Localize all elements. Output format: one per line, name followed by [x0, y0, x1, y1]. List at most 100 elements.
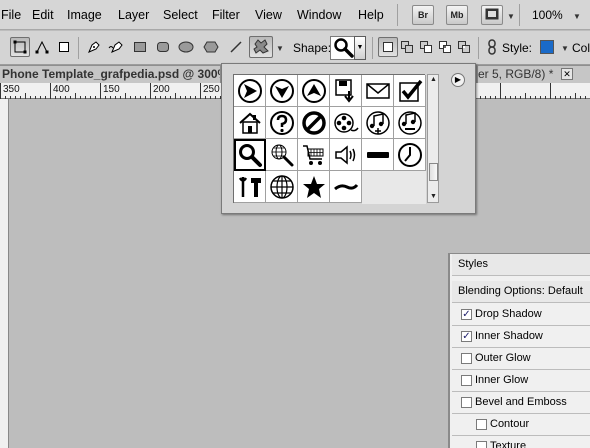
pen-icon	[88, 41, 100, 53]
intersect-shape-areas-button[interactable]	[435, 37, 455, 57]
chevron-down-icon[interactable]: ▼	[276, 44, 284, 53]
shape-cell[interactable]	[394, 139, 426, 171]
scroll-down-icon[interactable]: ▼	[429, 192, 438, 202]
menu-layer[interactable]: Layer	[118, 8, 149, 22]
freeform-pen-tool-button[interactable]	[106, 37, 126, 57]
exclude-overlapping-shape-areas-button[interactable]	[454, 37, 474, 57]
menu-edit[interactable]: Edit	[32, 8, 54, 22]
close-icon[interactable]: ✕	[561, 68, 573, 80]
menu-image[interactable]: Image	[67, 8, 102, 22]
rectangle-icon	[134, 42, 146, 52]
scroll-up-icon[interactable]: ▲	[429, 75, 438, 85]
scrollbar-thumb[interactable]	[429, 163, 438, 181]
style-color-swatch[interactable]	[540, 40, 554, 54]
custom-shape-tool-button[interactable]	[249, 36, 273, 58]
toolbar-separator	[478, 37, 479, 59]
shape-cell[interactable]	[266, 75, 298, 107]
effect-row[interactable]: ✓ Inner Shadow	[452, 326, 590, 348]
vertical-ruler[interactable]	[0, 99, 9, 448]
color-label: Col	[572, 41, 590, 55]
mini-bridge-button[interactable]: Mb	[446, 5, 468, 25]
shape-cell[interactable]	[266, 171, 298, 203]
new-shape-layer-button[interactable]	[378, 37, 398, 57]
shape-cell[interactable]	[362, 107, 394, 139]
shape-layers-mode-button[interactable]	[10, 37, 30, 57]
link-layer-style-button[interactable]	[482, 37, 502, 57]
shape-cell[interactable]	[394, 75, 426, 107]
shape-cell[interactable]	[362, 75, 394, 107]
blending-options-item[interactable]: Blending Options: Default	[452, 281, 590, 303]
effect-row[interactable]: Outer Glow	[452, 348, 590, 370]
shape-cell[interactable]	[362, 139, 394, 171]
line-tool-button[interactable]	[226, 37, 246, 57]
menu-view[interactable]: View	[255, 8, 282, 22]
shape-cell[interactable]	[266, 139, 298, 171]
shape-cell[interactable]	[234, 75, 266, 107]
shape-cell[interactable]	[330, 171, 362, 203]
shape-picker-scrollbar[interactable]: ▲ ▼	[427, 74, 439, 203]
toolbar-separator	[372, 37, 373, 59]
shape-cell[interactable]	[298, 75, 330, 107]
menu-help[interactable]: Help	[358, 8, 384, 22]
shape-picker-dropdown-button[interactable]: ▼	[354, 36, 366, 60]
paths-mode-button[interactable]	[32, 37, 52, 57]
effect-row[interactable]: ✓ Drop Shadow	[452, 304, 590, 326]
film-strip-icon	[485, 8, 499, 20]
arrow-right-circle-icon	[237, 78, 262, 103]
effect-checkbox[interactable]: ✓	[461, 309, 472, 320]
ruler-label: 400	[53, 84, 70, 95]
shape-cell[interactable]	[394, 107, 426, 139]
menu-window[interactable]: Window	[297, 8, 341, 22]
fill-pixels-mode-button[interactable]	[54, 37, 74, 57]
zoom-level[interactable]: 100%	[532, 8, 563, 22]
effect-checkbox[interactable]	[476, 441, 487, 448]
rounded-rectangle-tool-button[interactable]	[153, 37, 173, 57]
effect-checkbox[interactable]	[476, 419, 487, 430]
shape-cell[interactable]	[330, 107, 362, 139]
menu-file[interactable]: File	[1, 8, 21, 22]
shape-cell[interactable]	[330, 75, 362, 107]
effect-row[interactable]: Bevel and Emboss	[452, 392, 590, 414]
effect-row[interactable]: Contour	[452, 414, 590, 436]
effect-checkbox[interactable]	[461, 397, 472, 408]
polygon-tool-button[interactable]	[201, 37, 221, 57]
menu-select[interactable]: Select	[163, 8, 198, 22]
view-extras-button[interactable]	[481, 5, 503, 25]
bridge-button[interactable]: Br	[412, 5, 434, 25]
shape-cell[interactable]	[234, 171, 266, 203]
shape-cell[interactable]	[266, 107, 298, 139]
tools-icon	[238, 176, 261, 197]
chevron-down-icon[interactable]: ▼	[507, 12, 515, 21]
rectangle-tool-button[interactable]	[130, 37, 150, 57]
picker-menu-button[interactable]: ▶	[451, 73, 465, 87]
paths-icon	[35, 40, 49, 54]
subtract-shape-area-button[interactable]	[416, 37, 436, 57]
question-circle-icon	[269, 110, 294, 135]
effect-checkbox[interactable]	[461, 375, 472, 386]
shape-cell[interactable]	[234, 139, 266, 171]
disk-arrow-icon	[334, 78, 354, 103]
shape-cell[interactable]	[234, 107, 266, 139]
music-add-icon	[365, 110, 390, 135]
custom-shape-icon	[253, 39, 269, 54]
film-reel-icon	[333, 112, 359, 133]
document-tab-other[interactable]: er 5, RGB/8) *	[478, 66, 590, 83]
effect-row[interactable]: Inner Glow	[452, 370, 590, 392]
pen-tool-button[interactable]	[84, 37, 104, 57]
ellipse-tool-button[interactable]	[176, 37, 196, 57]
shape-cell[interactable]	[298, 171, 330, 203]
add-to-shape-area-button[interactable]	[397, 37, 417, 57]
chevron-down-icon[interactable]: ▼	[573, 12, 581, 21]
document-tab-active[interactable]: Phone Template_grafpedia.psd @ 300%	[0, 66, 220, 83]
shape-cell[interactable]	[298, 139, 330, 171]
effect-checkbox[interactable]	[461, 353, 472, 364]
styles-header[interactable]: Styles	[452, 254, 590, 276]
effect-label: Inner Glow	[475, 374, 529, 386]
shape-cell[interactable]	[330, 139, 362, 171]
chevron-down-icon[interactable]: ▼	[561, 44, 569, 53]
toolbar-separator	[78, 37, 79, 59]
effect-row[interactable]: Texture	[452, 436, 590, 448]
menu-filter[interactable]: Filter	[212, 8, 240, 22]
effect-checkbox[interactable]: ✓	[461, 331, 472, 342]
shape-cell[interactable]	[298, 107, 330, 139]
